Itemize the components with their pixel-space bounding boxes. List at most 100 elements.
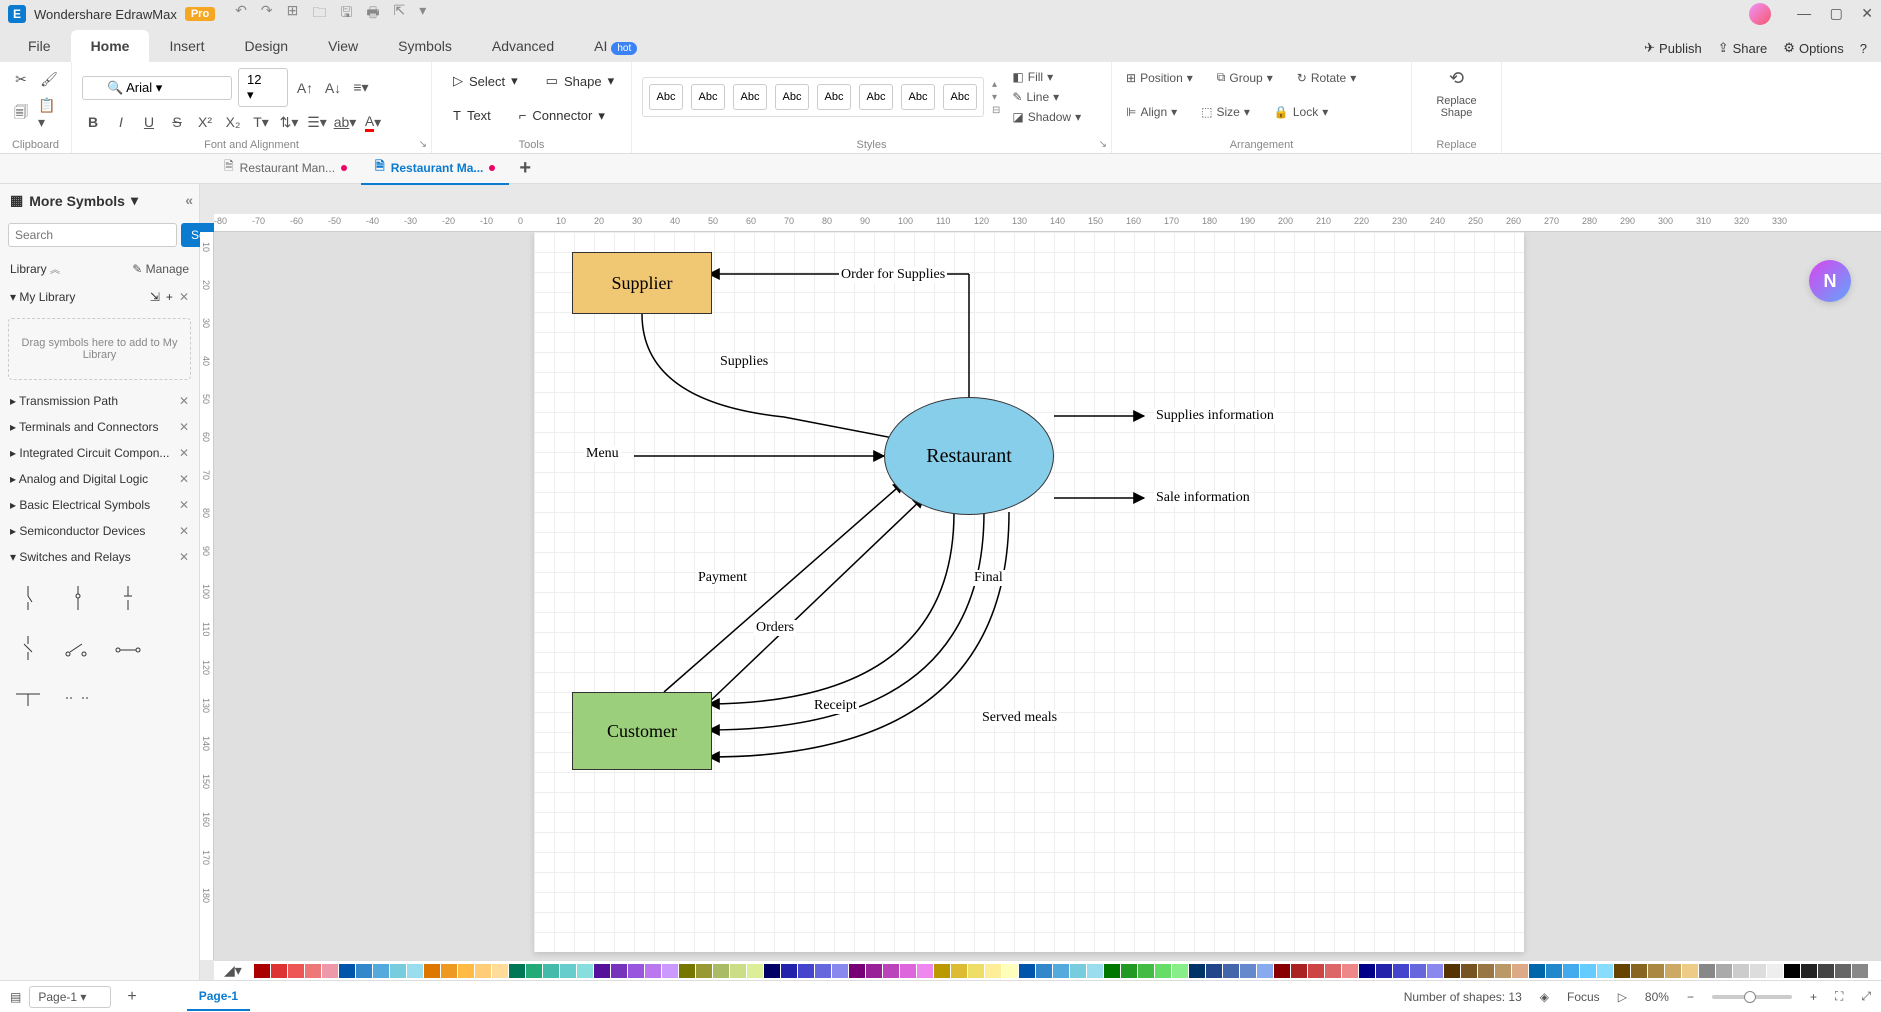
label-orders[interactable]: Orders xyxy=(754,620,796,636)
style-swatch[interactable]: Abc xyxy=(817,84,851,110)
color-swatch[interactable] xyxy=(1767,964,1783,978)
bold-icon[interactable]: B xyxy=(82,111,104,133)
color-swatch[interactable] xyxy=(764,964,780,978)
switch-symbol-3[interactable] xyxy=(110,580,146,616)
minimize-icon[interactable]: — xyxy=(1797,5,1811,21)
menu-design[interactable]: Design xyxy=(224,30,308,62)
publish-button[interactable]: ✈ Publish xyxy=(1644,40,1702,56)
replace-shape-icon[interactable]: ⟲ xyxy=(1449,68,1464,89)
color-swatch[interactable] xyxy=(1835,964,1851,978)
color-swatch[interactable] xyxy=(1325,964,1341,978)
close-category-icon[interactable]: ✕ xyxy=(179,498,189,512)
highlight-icon[interactable]: ab▾ xyxy=(334,111,356,133)
doc-tab-2[interactable]: 🗎 Restaurant Ma... xyxy=(361,152,509,185)
customer-node[interactable]: Customer xyxy=(572,692,712,770)
color-swatch[interactable] xyxy=(1257,964,1273,978)
increase-font-icon[interactable]: A↑ xyxy=(294,77,316,99)
cut-icon[interactable]: ✂ xyxy=(10,68,32,90)
font-size-select[interactable]: 12 ▾ xyxy=(238,68,288,107)
switch-symbol-8[interactable] xyxy=(60,680,96,716)
color-swatch[interactable] xyxy=(577,964,593,978)
my-library-section[interactable]: ▾ My Library ⇲+✕ xyxy=(0,284,199,310)
library-category[interactable]: ▸ Analog and Digital Logic✕ xyxy=(0,466,199,492)
color-swatch[interactable] xyxy=(1750,964,1766,978)
color-swatch[interactable] xyxy=(1631,964,1647,978)
library-category[interactable]: ▸ Terminals and Connectors✕ xyxy=(0,414,199,440)
manage-library-button[interactable]: ✎ Manage xyxy=(132,262,189,276)
menu-file[interactable]: File xyxy=(8,30,71,62)
copy-icon[interactable]: 🗐 xyxy=(10,103,32,125)
color-swatch[interactable] xyxy=(1682,964,1698,978)
color-swatch[interactable] xyxy=(832,964,848,978)
options-button[interactable]: ⚙ Options xyxy=(1783,40,1843,56)
color-swatch[interactable] xyxy=(1563,964,1579,978)
style-swatch[interactable]: Abc xyxy=(901,84,935,110)
color-swatch[interactable] xyxy=(1359,964,1375,978)
color-swatch[interactable] xyxy=(645,964,661,978)
library-category[interactable]: ▸ Semiconductor Devices✕ xyxy=(0,518,199,544)
color-swatch[interactable] xyxy=(424,964,440,978)
new-icon[interactable]: ⊞ xyxy=(287,2,299,26)
select-tool[interactable]: ▷ Select ▾ xyxy=(442,68,529,94)
switch-symbol-4[interactable] xyxy=(10,630,46,666)
label-supplies[interactable]: Supplies xyxy=(718,354,770,370)
color-swatch[interactable] xyxy=(271,964,287,978)
replace-shape-button[interactable]: Replace Shape xyxy=(1422,95,1491,119)
lock-button[interactable]: 🔒 Lock ▾ xyxy=(1270,103,1332,121)
color-swatch[interactable] xyxy=(1376,964,1392,978)
help-icon[interactable]: ? xyxy=(1860,41,1867,56)
close-icon[interactable]: ✕ xyxy=(1861,5,1873,21)
text-tool[interactable]: T Text xyxy=(442,103,502,128)
color-swatch[interactable] xyxy=(305,964,321,978)
close-category-icon[interactable]: ✕ xyxy=(179,472,189,486)
line-spacing-icon[interactable]: ⇅▾ xyxy=(278,111,300,133)
color-swatch[interactable] xyxy=(1546,964,1562,978)
more-icon[interactable]: ▾ xyxy=(419,2,426,26)
color-swatch[interactable] xyxy=(917,964,933,978)
zoom-out-icon[interactable]: − xyxy=(1687,990,1694,1004)
color-swatch[interactable] xyxy=(390,964,406,978)
color-swatch[interactable] xyxy=(1342,964,1358,978)
color-swatch[interactable] xyxy=(543,964,559,978)
user-avatar[interactable] xyxy=(1749,3,1771,25)
align-icon[interactable]: ≡▾ xyxy=(350,77,372,99)
color-swatch[interactable] xyxy=(662,964,678,978)
diagram-page[interactable]: Supplier Customer Restaurant Order for S… xyxy=(534,232,1524,952)
color-swatch[interactable] xyxy=(1784,964,1800,978)
page-list-icon[interactable]: ▤ xyxy=(10,990,21,1004)
color-swatch[interactable] xyxy=(356,964,372,978)
library-category[interactable]: ▸ Transmission Path✕ xyxy=(0,388,199,414)
close-category-icon[interactable]: ✕ xyxy=(179,524,189,538)
color-swatch[interactable] xyxy=(883,964,899,978)
shadow-button[interactable]: ◪ Shadow ▾ xyxy=(1008,108,1085,126)
group-button[interactable]: ⧉ Group ▾ xyxy=(1213,68,1277,87)
clear-format-icon[interactable]: T▾ xyxy=(250,111,272,133)
label-supplies-info[interactable]: Supplies information xyxy=(1154,408,1276,424)
size-button[interactable]: ⬚ Size ▾ xyxy=(1197,103,1254,121)
color-swatch[interactable] xyxy=(1427,964,1443,978)
color-swatch[interactable] xyxy=(1410,964,1426,978)
zoom-slider[interactable] xyxy=(1712,995,1792,999)
fullscreen-icon[interactable]: ⤢ xyxy=(1861,989,1871,1004)
color-swatch[interactable] xyxy=(1529,964,1545,978)
color-swatch[interactable] xyxy=(288,964,304,978)
color-swatch[interactable] xyxy=(1036,964,1052,978)
color-swatch[interactable] xyxy=(1444,964,1460,978)
style-swatch[interactable]: Abc xyxy=(943,84,977,110)
color-swatch[interactable] xyxy=(747,964,763,978)
styles-scroll-down-icon[interactable]: ▾ xyxy=(992,92,1000,103)
position-button[interactable]: ⊞ Position ▾ xyxy=(1122,69,1197,87)
doc-tab-1[interactable]: 🗎 Restaurant Man... xyxy=(210,152,361,185)
color-swatch[interactable] xyxy=(1189,964,1205,978)
close-category-icon[interactable]: ✕ xyxy=(179,420,189,434)
color-swatch[interactable] xyxy=(1104,964,1120,978)
color-swatch[interactable] xyxy=(696,964,712,978)
color-swatch[interactable] xyxy=(492,964,508,978)
close-lib-icon[interactable]: ✕ xyxy=(179,290,189,304)
save-icon[interactable]: 🖫 xyxy=(340,2,352,26)
align-button[interactable]: ⊫ Align ▾ xyxy=(1122,103,1181,121)
color-swatch[interactable] xyxy=(1223,964,1239,978)
bullet-icon[interactable]: ☰▾ xyxy=(306,111,328,133)
page-tab[interactable]: Page-1 xyxy=(187,983,250,1011)
color-swatch[interactable] xyxy=(951,964,967,978)
